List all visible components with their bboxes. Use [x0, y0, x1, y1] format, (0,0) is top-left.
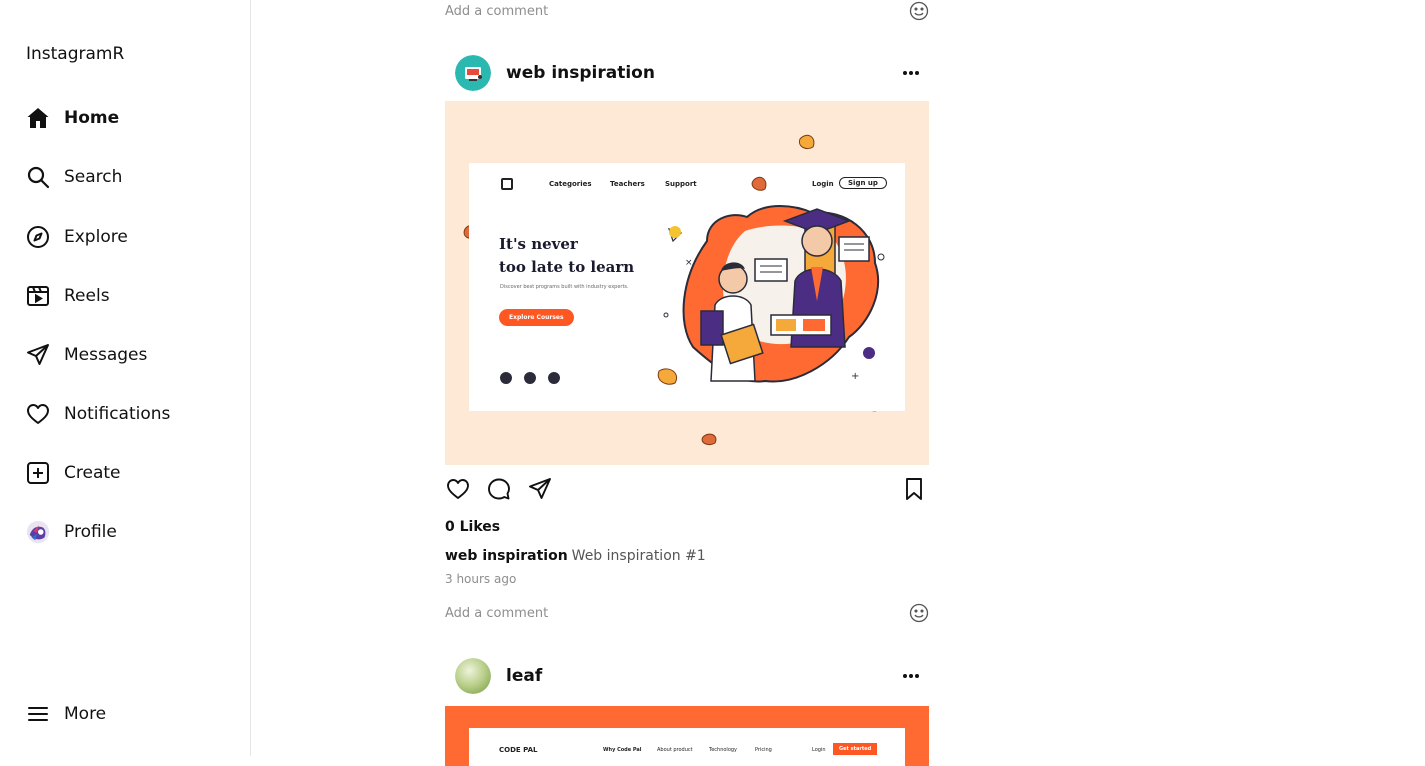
post-header: web inspiration	[455, 53, 923, 93]
bookmark-button[interactable]	[901, 476, 927, 502]
mockup-cta: Get started	[833, 743, 878, 755]
reels-icon	[26, 284, 50, 308]
menu-icon	[26, 702, 50, 726]
caption-username[interactable]: web inspiration	[445, 548, 568, 564]
plus-square-icon	[26, 461, 50, 485]
comment-input[interactable]: Add a comment	[445, 4, 548, 19]
sidebar-item-more[interactable]: More	[26, 699, 106, 729]
mockup-nav-item: Why Code Pal	[603, 747, 642, 753]
sidebar-item-reels[interactable]: Reels	[26, 281, 110, 311]
sidebar-item-label: More	[64, 704, 107, 724]
share-button[interactable]	[527, 476, 553, 502]
post-timestamp: 3 hours ago	[445, 572, 517, 586]
comment-row: Add a comment	[445, 602, 929, 624]
sidebar: InstagramR Home Search Explore Reels Mes…	[0, 0, 251, 756]
like-button[interactable]	[445, 476, 471, 502]
home-icon	[26, 106, 50, 130]
send-icon	[26, 343, 50, 367]
mockup-brand: CODE PAL	[499, 746, 538, 754]
comment-row: Add a comment	[445, 0, 929, 22]
post-actions	[445, 475, 929, 503]
sidebar-item-label: Profile	[64, 522, 117, 542]
emoji-icon[interactable]	[909, 1, 929, 21]
svg-text:+: +	[851, 371, 859, 382]
mockup-login: Login	[812, 747, 826, 753]
sidebar-item-messages[interactable]: Messages	[26, 340, 147, 370]
sidebar-item-label: Reels	[64, 286, 110, 306]
sidebar-item-label: Messages	[64, 345, 148, 365]
sidebar-item-label: Home	[64, 108, 120, 128]
post-avatar[interactable]	[455, 55, 491, 91]
post-avatar[interactable]	[455, 658, 491, 694]
sidebar-item-search[interactable]: Search	[26, 162, 122, 192]
post-username[interactable]: leaf	[506, 666, 542, 686]
mockup-nav-item: Pricing	[755, 747, 772, 753]
post-image[interactable]: CODE PAL Why Code Pal About product Tech…	[445, 706, 929, 766]
mockup-illustration: + ×	[657, 176, 885, 385]
post-caption: web inspiration Web inspiration #1	[445, 548, 706, 564]
sidebar-item-label: Search	[64, 167, 123, 187]
compass-icon	[26, 225, 50, 249]
sidebar-item-create[interactable]: Create	[26, 458, 121, 488]
heart-icon	[26, 402, 50, 426]
sidebar-item-home[interactable]: Home	[26, 103, 119, 133]
profile-avatar	[26, 520, 50, 544]
sidebar-item-notifications[interactable]: Notifications	[26, 399, 170, 429]
search-icon	[26, 165, 50, 189]
mockup-nav-item: About product	[657, 747, 693, 753]
app-logo[interactable]: InstagramR	[26, 44, 124, 64]
post-image[interactable]: Categories Teachers Support Login Sign u…	[445, 101, 929, 465]
sidebar-item-label: Create	[64, 463, 121, 483]
feed: Add a comment web inspiration Categories…	[445, 0, 929, 766]
post-header: leaf	[455, 656, 923, 696]
svg-text:×: ×	[685, 258, 693, 268]
sidebar-item-explore[interactable]: Explore	[26, 222, 128, 252]
comment-button[interactable]	[486, 476, 512, 502]
more-options-icon[interactable]	[899, 666, 923, 686]
mockup-nav-item: Technology	[709, 747, 738, 753]
post-username[interactable]: web inspiration	[506, 63, 655, 83]
sidebar-item-label: Notifications	[64, 404, 171, 424]
more-options-icon[interactable]	[899, 63, 923, 83]
comment-input[interactable]: Add a comment	[445, 606, 548, 621]
sidebar-item-label: Explore	[64, 227, 128, 247]
sidebar-item-profile[interactable]: Profile	[26, 517, 117, 547]
caption-text: Web inspiration #1	[571, 548, 706, 564]
like-count[interactable]: 0 Likes	[445, 519, 500, 535]
emoji-icon[interactable]	[909, 603, 929, 623]
